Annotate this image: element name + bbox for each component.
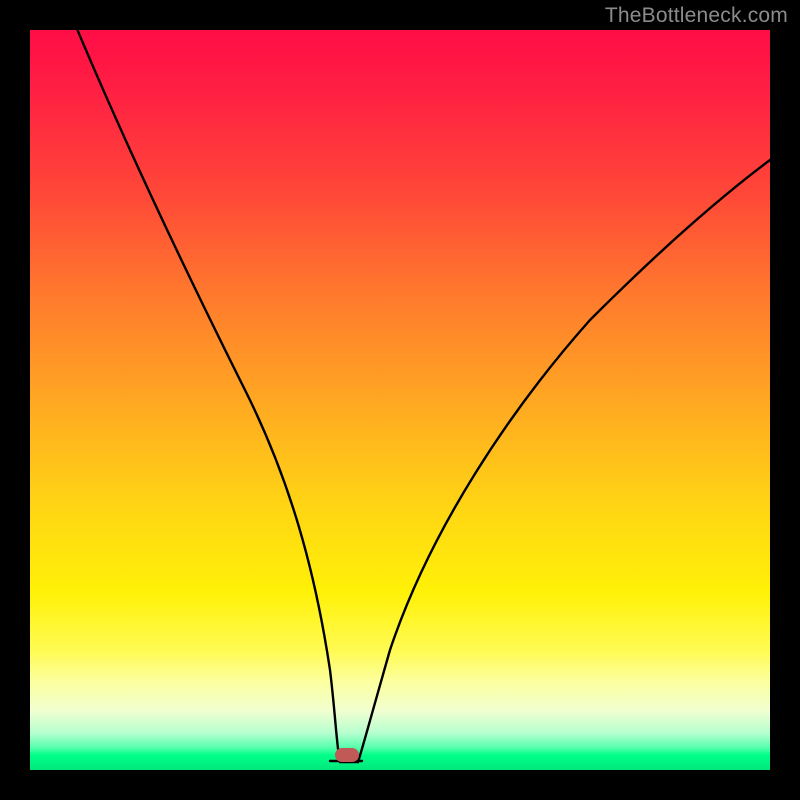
plot-area [30, 30, 770, 770]
optimal-marker [335, 748, 359, 762]
bottleneck-curve [30, 30, 770, 770]
watermark-label: TheBottleneck.com [605, 4, 788, 28]
chart-frame: TheBottleneck.com [0, 0, 800, 800]
